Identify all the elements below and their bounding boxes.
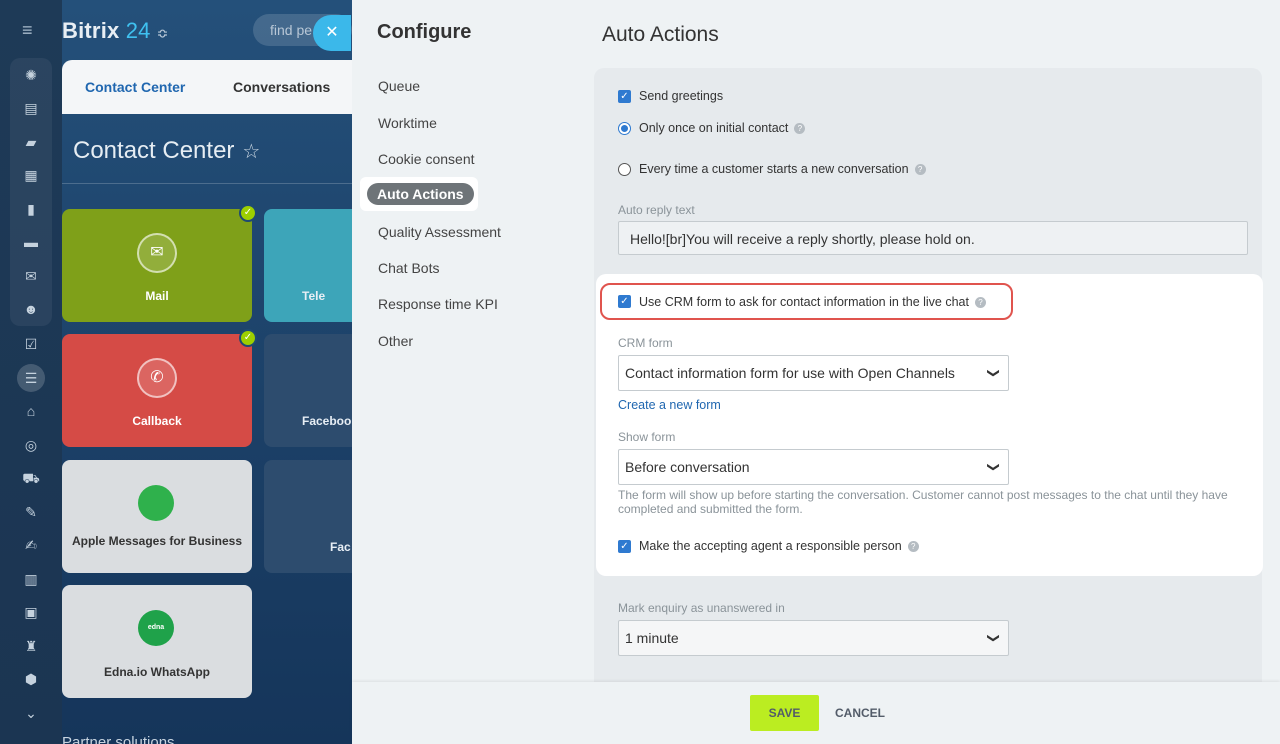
tile-telephony[interactable]: Tele (264, 209, 352, 322)
nav-other[interactable]: Other (378, 333, 413, 349)
tab-contact-center[interactable]: Contact Center (85, 79, 185, 95)
chevron-down-icon: ❯ (986, 367, 1001, 379)
tile-callback[interactable]: ✆ Callback ✓ (62, 329, 257, 447)
edna-logo-icon: edna (138, 610, 174, 646)
calendar-icon[interactable]: ▦ (21, 165, 41, 185)
tile-facebook[interactable]: Faceboo (264, 334, 352, 447)
star-icon[interactable]: ☆ (242, 141, 260, 163)
check-icon: ✓ (239, 204, 257, 222)
every-time-radio[interactable] (618, 163, 631, 176)
configure-title: Configure (377, 21, 472, 43)
tab-conversations[interactable]: Conversations (233, 79, 330, 95)
contact-center-icon[interactable]: ☰ (17, 364, 45, 392)
mail-icon[interactable]: ✉ (21, 266, 41, 286)
configure-panel: Configure Queue Worktime Cookie consent … (352, 0, 1280, 744)
nav-quality-assessment[interactable]: Quality Assessment (378, 224, 501, 240)
nav-chat-bots[interactable]: Chat Bots (378, 260, 439, 276)
robot-icon[interactable]: ♜ (21, 636, 41, 656)
edit-icon[interactable]: ✎ (21, 502, 41, 522)
show-form-caption: Show form (618, 430, 676, 444)
send-greetings-label: Send greetings (639, 89, 724, 103)
partner-solutions-heading: Partner solutions (62, 734, 175, 744)
crm-form-caption: CRM form (618, 336, 673, 350)
drive-icon[interactable]: ▬ (21, 232, 41, 252)
left-icon-rail: ≡ ✺ ▤ ▰ ▦ ▮ ▬ ✉ ☻ ☑ ☰ ⌂ ◎ ⛟ ✎ ✍ ▥ ▣ ♜ ⬢ … (0, 0, 62, 744)
nav-worktime[interactable]: Worktime (378, 115, 437, 131)
box-icon[interactable]: ⬢ (21, 669, 41, 689)
nav-auto-actions[interactable]: Auto Actions (367, 183, 474, 205)
cancel-button[interactable]: CANCEL (835, 695, 885, 731)
tab-bar: Contact Center Conversations (62, 60, 352, 114)
auto-reply-caption: Auto reply text (618, 203, 695, 217)
feed-icon[interactable]: ▤ (21, 98, 41, 118)
tile-mail[interactable]: ✉ Mail ✓ (62, 204, 257, 322)
auto-reply-textarea[interactable]: Hello![br]You will receive a reply short… (618, 221, 1248, 255)
sign-icon[interactable]: ✍ (21, 535, 41, 555)
only-once-label: Only once on initial contact? (639, 121, 806, 135)
show-form-select[interactable]: Before conversation ❯ (618, 449, 1009, 485)
target-icon[interactable]: ◎ (21, 435, 41, 455)
help-icon[interactable]: ? (914, 164, 926, 176)
nav-queue[interactable]: Queue (378, 78, 420, 94)
chevron-down-icon: ❯ (986, 632, 1001, 644)
bank-icon[interactable]: ⌂ (21, 401, 41, 421)
tasks-icon[interactable]: ☑ (21, 334, 41, 354)
only-once-radio[interactable] (618, 122, 631, 135)
speech-bubble-icon (138, 485, 174, 521)
crm-form-select[interactable]: Contact information form for use with Op… (618, 355, 1009, 391)
tile-edna-whatsapp[interactable]: edna Edna.io WhatsApp (62, 585, 252, 698)
nav-cookie-consent[interactable]: Cookie consent (378, 151, 475, 167)
divider (62, 183, 352, 184)
show-form-note: The form will show up before starting th… (618, 488, 1228, 516)
tile-fac[interactable]: Fac (264, 460, 352, 573)
use-crm-form-checkbox[interactable]: ✓ (618, 295, 631, 308)
unanswered-caption: Mark enquiry as unanswered in (618, 601, 785, 615)
page-title: Contact Center ☆ (73, 137, 261, 164)
more-icon[interactable]: ⌄ (21, 703, 41, 723)
card-icon[interactable]: ▣ (21, 602, 41, 622)
cart-icon[interactable]: ⛟ (21, 468, 41, 488)
chart-icon[interactable]: ▥ (21, 569, 41, 589)
make-responsible-label: Make the accepting agent a responsible p… (639, 539, 919, 553)
envelope-icon: ✉ (137, 233, 177, 273)
save-button[interactable]: SAVE (750, 695, 819, 731)
activity-icon[interactable]: ✺ (21, 65, 41, 85)
phone-icon: ✆ (137, 358, 177, 398)
help-icon[interactable]: ? (794, 123, 806, 135)
create-form-link[interactable]: Create a new form (618, 398, 721, 412)
use-crm-form-label: Use CRM form to ask for contact informat… (639, 295, 986, 309)
chat-icon[interactable]: ▰ (21, 132, 41, 152)
menu-icon[interactable]: ≡ (22, 21, 40, 39)
docs-icon[interactable]: ▮ (21, 199, 41, 219)
nav-response-time-kpi[interactable]: Response time KPI (378, 296, 498, 312)
help-icon[interactable]: ? (975, 297, 986, 309)
group-icon[interactable]: ☻ (21, 299, 41, 319)
send-greetings-checkbox[interactable]: ✓ (618, 90, 631, 103)
make-responsible-checkbox[interactable]: ✓ (618, 540, 631, 553)
brand-logo[interactable]: Bitrix 24 ≎ (62, 18, 169, 44)
every-time-label: Every time a customer starts a new conve… (639, 162, 926, 176)
check-icon: ✓ (239, 329, 257, 347)
help-icon[interactable]: ? (907, 541, 919, 553)
footer-bar: SAVE CANCEL (352, 682, 1280, 744)
switch-icon[interactable]: ≎ (157, 25, 169, 41)
tile-apple-messages[interactable]: Apple Messages for Business (62, 460, 252, 573)
chevron-down-icon: ❯ (986, 461, 1001, 473)
section-title: Auto Actions (602, 23, 719, 46)
close-panel-button[interactable]: ✕ (313, 15, 351, 51)
unanswered-select[interactable]: 1 minute ❯ (618, 620, 1009, 656)
